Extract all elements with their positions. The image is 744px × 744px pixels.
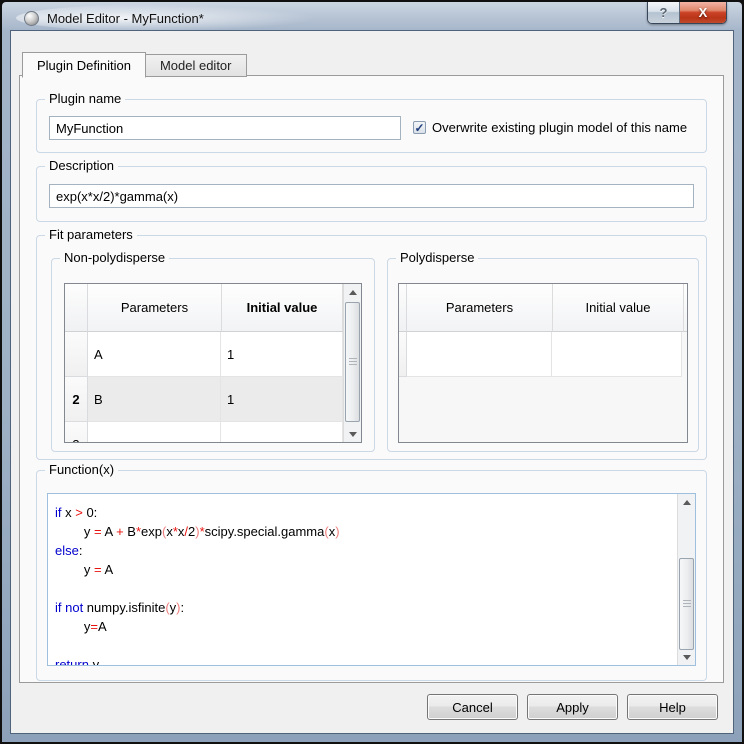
- up-arrow-icon: [683, 500, 691, 505]
- cell-initial-value[interactable]: [221, 422, 343, 442]
- table-header-row: Parameters Initial value: [65, 284, 343, 332]
- plugin-name-input[interactable]: [49, 116, 401, 140]
- code-line: if x > 0:: [55, 503, 677, 522]
- close-icon: X: [699, 5, 708, 20]
- code-line: y=A: [55, 617, 677, 636]
- tab-label: Model editor: [160, 58, 232, 73]
- code-editor-content[interactable]: if x > 0: y = A + B*exp(x*x/2)*scipy.spe…: [48, 494, 677, 665]
- code-line: else:: [55, 541, 677, 560]
- close-button[interactable]: X: [680, 2, 726, 23]
- row-filler: [682, 332, 687, 377]
- overwrite-checkbox-label: Overwrite existing plugin model of this …: [432, 120, 687, 135]
- tab-label: Plugin Definition: [37, 58, 131, 73]
- table-corner: [65, 284, 88, 332]
- cell-parameter[interactable]: A: [88, 332, 221, 377]
- plugin-name-group: Plugin name ✓ Overwrite existing plugin …: [36, 99, 707, 153]
- help-button[interactable]: Help: [627, 694, 718, 720]
- scrollbar-thumb[interactable]: [679, 558, 694, 650]
- column-header-initial-value[interactable]: Initial value: [222, 284, 343, 332]
- column-header-parameters[interactable]: Parameters: [407, 284, 553, 332]
- row-header[interactable]: 3: [65, 422, 88, 442]
- table-row-1: A 1: [65, 332, 343, 377]
- row-header[interactable]: [65, 332, 88, 377]
- up-arrow-icon: [349, 290, 357, 295]
- cancel-button[interactable]: Cancel: [427, 694, 518, 720]
- code-line: y = A: [55, 560, 677, 579]
- tab-model-editor[interactable]: Model editor: [145, 54, 247, 77]
- scroll-down-button[interactable]: [344, 426, 361, 442]
- code-line: y = A + B*exp(x*x/2)*scipy.special.gamma…: [55, 522, 677, 541]
- model-editor-window: Model Editor - MyFunction* ? X Plugin De…: [0, 0, 744, 744]
- dialog-client-area: Plugin Definition Model editor Plugin na…: [10, 30, 734, 734]
- header-filler: [684, 284, 687, 332]
- overwrite-checkbox[interactable]: ✓: [413, 121, 426, 134]
- thumb-grip-icon: [683, 600, 691, 608]
- titlebar[interactable]: Model Editor - MyFunction*: [10, 6, 622, 30]
- polydisperse-group: Polydisperse Parameters Initial value: [387, 258, 699, 452]
- column-header-label: Parameters: [444, 299, 516, 316]
- column-header-label: Initial value: [246, 299, 318, 316]
- dialog-button-row: Cancel Apply Help: [427, 694, 718, 720]
- app-icon: [24, 11, 39, 26]
- code-editor[interactable]: if x > 0: y = A + B*exp(x*x/2)*scipy.spe…: [47, 493, 696, 666]
- cell-parameter[interactable]: B: [88, 377, 221, 422]
- description-group: Description: [36, 166, 707, 222]
- column-header-parameters[interactable]: Parameters: [88, 284, 222, 332]
- function-group-label: Function(x): [45, 462, 118, 477]
- non-polydisperse-group-label: Non-polydisperse: [60, 250, 169, 265]
- column-header-label: Initial value: [582, 299, 654, 316]
- thumb-grip-icon: [349, 358, 357, 366]
- overwrite-option: ✓ Overwrite existing plugin model of thi…: [413, 120, 687, 135]
- cell-initial-value[interactable]: 1: [221, 332, 343, 377]
- table-corner: [399, 284, 407, 332]
- description-input[interactable]: [49, 184, 694, 208]
- code-line: return y: [55, 655, 677, 665]
- row-header[interactable]: [399, 332, 407, 377]
- table-row-1: [399, 332, 687, 377]
- question-mark-icon: ?: [660, 5, 668, 20]
- table-empty-area: [399, 377, 687, 442]
- plugin-definition-page: Plugin name ✓ Overwrite existing plugin …: [19, 75, 724, 683]
- cell-initial-value[interactable]: 1: [221, 377, 343, 422]
- vertical-scrollbar[interactable]: [677, 494, 695, 665]
- cell-initial-value[interactable]: [552, 332, 682, 377]
- column-header-initial-value[interactable]: Initial value: [553, 284, 684, 332]
- code-line: if not numpy.isfinite(y):: [55, 598, 677, 617]
- apply-button[interactable]: Apply: [527, 694, 618, 720]
- scroll-up-button[interactable]: [678, 494, 695, 510]
- scroll-up-button[interactable]: [344, 284, 361, 300]
- scroll-down-button[interactable]: [678, 649, 695, 665]
- column-header-label: Parameters: [119, 299, 191, 316]
- caption-buttons: ? X: [647, 2, 727, 24]
- non-polydisperse-table: Parameters Initial value A 1: [64, 283, 362, 443]
- polydisperse-group-label: Polydisperse: [396, 250, 478, 265]
- down-arrow-icon: [683, 655, 691, 660]
- plugin-name-group-label: Plugin name: [45, 91, 125, 106]
- code-line: [55, 579, 677, 598]
- polydisperse-table: Parameters Initial value: [398, 283, 688, 443]
- fit-parameters-group-label: Fit parameters: [45, 227, 137, 242]
- vertical-scrollbar[interactable]: [343, 284, 361, 442]
- table-header-row: Parameters Initial value: [399, 284, 687, 332]
- code-line: [55, 636, 677, 655]
- window-title: Model Editor - MyFunction*: [47, 11, 204, 26]
- tab-bar: Plugin Definition Model editor: [22, 52, 247, 77]
- down-arrow-icon: [349, 432, 357, 437]
- help-caption-button[interactable]: ?: [648, 2, 680, 23]
- window-frame: Model Editor - MyFunction* ? X Plugin De…: [2, 2, 742, 742]
- tab-plugin-definition[interactable]: Plugin Definition: [22, 52, 146, 78]
- row-header[interactable]: 2: [65, 377, 88, 422]
- non-polydisperse-group: Non-polydisperse Parameters Initial val: [51, 258, 375, 452]
- scrollbar-thumb[interactable]: [345, 302, 360, 422]
- cell-parameter[interactable]: [88, 422, 221, 442]
- cell-parameter[interactable]: [407, 332, 552, 377]
- description-group-label: Description: [45, 158, 118, 173]
- table-row-2: 2 B 1: [65, 377, 343, 422]
- table-row-3: 3: [65, 422, 343, 442]
- fit-parameters-group: Fit parameters Non-polydisperse Paramete…: [36, 235, 707, 460]
- function-group: Function(x) if x > 0: y = A + B*exp(x*x/…: [36, 470, 707, 681]
